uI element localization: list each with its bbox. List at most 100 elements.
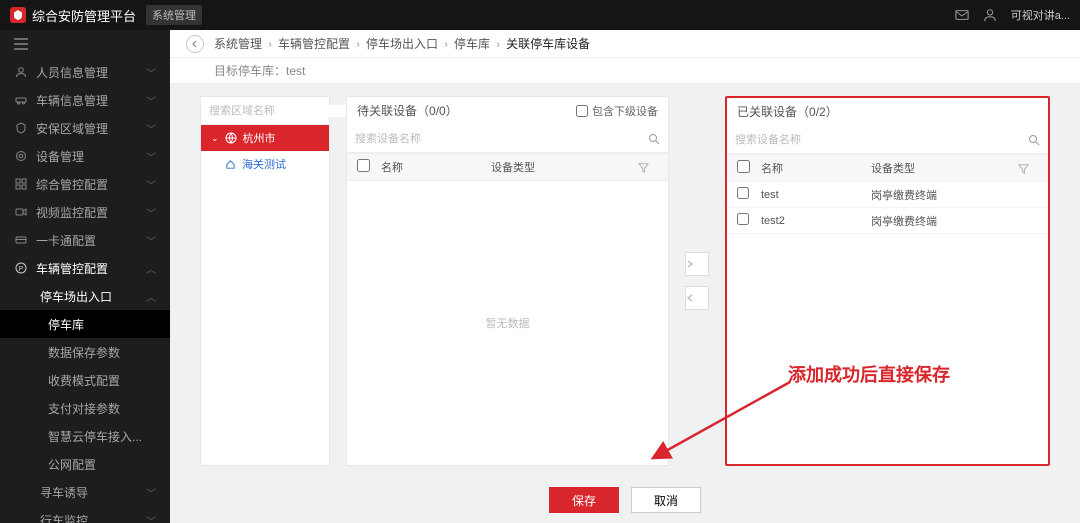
gear-icon [14,149,28,163]
chevron-down-icon: ﹀ [146,513,156,523]
crumb-item[interactable]: 停车库 [454,35,490,52]
sidebar-item-label: 一卡通配置 [36,232,96,249]
sidebar-sub-label: 寻车诱导 [40,484,88,501]
chevron-down-icon: ﹀ [146,205,156,220]
cell-type: 岗亭缴费终端 [871,187,1038,203]
sidebar-sub-pay-param[interactable]: 支付对接参数 [0,394,170,422]
pending-select-all[interactable] [357,159,370,172]
sidebar-sub-parking-io[interactable]: 停车场出入口 ︿ [0,282,170,310]
target-value: test [286,64,305,78]
sidebar-item-label: 设备管理 [36,148,84,165]
pending-count: 0/0 [429,104,446,118]
card-icon [14,233,28,247]
target-row: 目标停车库： test [170,58,1080,84]
chevron-down-icon: ﹀ [146,149,156,164]
sidebar-sub-label: 行车监控 [40,512,88,523]
linked-select-all[interactable] [737,160,750,173]
row-checkbox[interactable] [737,187,749,199]
sidebar-item-device-mgmt[interactable]: 设备管理 ﹀ [0,142,170,170]
chevron-down-icon: ﹀ [146,177,156,192]
app-logo-icon [10,7,26,23]
pending-search[interactable] [347,125,668,153]
app-title: 综合安防管理平台 [32,6,136,25]
sidebar-sub-label: 支付对接参数 [48,400,120,417]
col-type: 设备类型 [871,160,1018,176]
target-label: 目标停车库： [214,62,286,79]
sidebar-item-composite-config[interactable]: 综合管控配置 ﹀ [0,170,170,198]
svg-text:P: P [19,266,24,273]
crumb-item[interactable]: 车辆管控配置 [278,35,350,52]
move-right-button[interactable] [685,252,709,276]
chevron-right-icon [686,260,694,268]
sidebar-sub-label: 停车库 [48,316,84,333]
row-checkbox[interactable] [737,213,749,225]
include-sub-checkbox[interactable]: 包含下级设备 [576,103,658,119]
search-icon[interactable] [1028,134,1040,146]
sidebar-sub-fee-mode[interactable]: 收费模式配置 [0,366,170,394]
table-row[interactable]: test 岗亭缴费终端 [727,182,1048,208]
sidebar-sub-label: 收费模式配置 [48,372,120,389]
sidebar-sub-label: 停车场出入口 [40,288,112,305]
user-name[interactable]: 可视对讲a... [1011,7,1070,23]
tree-root[interactable]: ⌄ 杭州市 [201,125,329,151]
cancel-button[interactable]: 取消 [631,487,701,513]
area-search[interactable] [201,97,329,125]
hamburger-icon [14,38,28,50]
sidebar-sub-label: 公网配置 [48,456,96,473]
back-button[interactable] [186,35,204,53]
chevron-down-icon: ⌄ [211,133,219,144]
save-button[interactable]: 保存 [549,487,619,513]
pending-title-suffix: ） [446,102,458,119]
linked-search[interactable] [727,126,1048,154]
empty-text: 暂无数据 [486,315,530,331]
footer: 保存 取消 [170,477,1080,523]
table-row[interactable]: test2 岗亭缴费终端 [727,208,1048,234]
sidebar-sub-pub-net[interactable]: 公网配置 [0,450,170,478]
sidebar-toggle[interactable] [0,30,170,58]
include-sub-input[interactable] [576,105,588,117]
module-tag[interactable]: 系统管理 [146,5,202,25]
grid-icon [14,177,28,191]
crumb-item[interactable]: 系统管理 [214,35,262,52]
linked-count: 0/2 [809,105,826,119]
crumb-item[interactable]: 停车场出入口 [366,35,438,52]
sidebar-item-card-config[interactable]: 一卡通配置 ﹀ [0,226,170,254]
pending-title-prefix: 待关联设备（ [357,102,429,119]
sidebar-sub-smart-cloud[interactable]: 智慧云停车接入... [0,422,170,450]
sidebar-sub-parklib[interactable]: 停车库 [0,310,170,338]
linked-search-input[interactable] [735,134,1028,146]
search-icon[interactable] [648,133,660,145]
arrow-left-icon [191,40,199,48]
sidebar-item-vehicle-config[interactable]: P 车辆管控配置 ︿ [0,254,170,282]
chevron-down-icon: ﹀ [146,93,156,108]
pending-table-body: 暂无数据 [347,181,668,465]
sidebar-item-label: 综合管控配置 [36,176,108,193]
sidebar-item-vehicle-info[interactable]: 车辆信息管理 ﹀ [0,86,170,114]
move-left-button[interactable] [685,286,709,310]
pending-search-input[interactable] [355,133,648,145]
car-icon [14,93,28,107]
chevron-down-icon: ﹀ [146,485,156,500]
user-icon[interactable] [983,8,997,22]
tree-child[interactable]: 海关测试 [201,151,329,177]
message-icon[interactable] [955,8,969,22]
col-name: 名称 [761,160,871,176]
sidebar-item-label: 安保区域管理 [36,120,108,137]
area-search-input[interactable] [209,105,351,117]
sidebar-item-person-info[interactable]: 人员信息管理 ﹀ [0,58,170,86]
filter-icon[interactable] [1018,163,1038,174]
cell-name: test2 [761,215,871,227]
sidebar-sub-find-car[interactable]: 寻车诱导 ﹀ [0,478,170,506]
sidebar-sub-data-save[interactable]: 数据保存参数 [0,338,170,366]
globe-icon [225,132,237,144]
sidebar-sub-label: 智慧云停车接入... [48,428,142,445]
linked-title-prefix: 已关联设备（ [737,103,809,120]
sidebar-item-video-config[interactable]: 视频监控配置 ﹀ [0,198,170,226]
sidebar-item-security-zone[interactable]: 安保区域管理 ﹀ [0,114,170,142]
chevron-up-icon: ︿ [146,261,156,276]
filter-icon[interactable] [638,162,658,173]
sidebar-item-label: 人员信息管理 [36,64,108,81]
sidebar-sub-drive-monitor[interactable]: 行车监控 ﹀ [0,506,170,523]
col-type: 设备类型 [491,159,638,175]
camera-icon [14,205,28,219]
